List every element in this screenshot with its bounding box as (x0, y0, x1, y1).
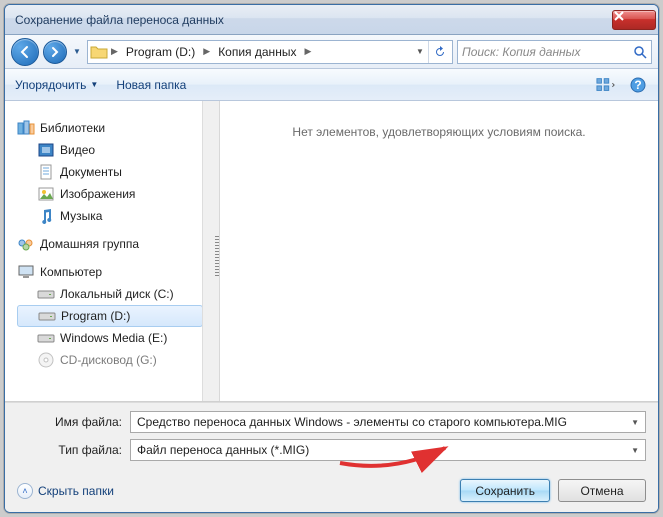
libraries-icon (17, 120, 35, 136)
video-icon (37, 142, 55, 158)
chevron-down-icon: ▼ (90, 80, 98, 89)
nav-forward-button[interactable] (43, 40, 67, 64)
file-list: Нет элементов, удовлетворяющих условиям … (220, 101, 658, 401)
tree-documents[interactable]: Документы (17, 161, 219, 183)
cancel-button[interactable]: Отмена (558, 479, 646, 502)
folder-icon (90, 44, 108, 60)
computer-icon (17, 264, 35, 280)
footer: ˄ Скрыть папки Сохранить Отмена (5, 473, 658, 512)
search-icon (633, 45, 647, 59)
titlebar: Сохранение файла переноса данных (5, 5, 658, 35)
tree-video[interactable]: Видео (17, 139, 219, 161)
filename-label: Имя файла: (17, 415, 122, 429)
window-title: Сохранение файла переноса данных (15, 13, 612, 27)
save-button[interactable]: Сохранить (460, 479, 550, 502)
fields-panel: Имя файла: Средство переноса данных Wind… (5, 402, 658, 473)
chevron-right-icon[interactable]: ▶ (200, 46, 213, 57)
pictures-icon (37, 186, 55, 202)
tree-libraries[interactable]: Библиотеки (17, 117, 219, 139)
filetype-label: Тип файла: (17, 443, 122, 457)
close-button[interactable] (612, 10, 656, 30)
tree-windows-media-e[interactable]: Windows Media (E:) (17, 327, 219, 349)
breadcrumb-folder[interactable]: Копия данных (213, 45, 301, 59)
cd-icon (37, 352, 55, 368)
address-bar[interactable]: ▶ Program (D:) ▶ Копия данных ▶ ▼ (87, 40, 453, 64)
tree-cd-g[interactable]: CD-дисковод (G:) (17, 349, 219, 371)
tree-program-d[interactable]: Program (D:) (17, 305, 203, 327)
chevron-down-icon[interactable]: ▼ (631, 446, 639, 455)
drive-icon (38, 308, 56, 324)
nav-back-button[interactable] (11, 38, 39, 66)
splitter-grip[interactable] (215, 236, 220, 276)
save-dialog: Сохранение файла переноса данных ▼ ▶ Pro… (4, 4, 659, 513)
body: Библиотеки Видео Документы Изображения М… (5, 101, 658, 402)
chevron-right-icon[interactable]: ▶ (108, 46, 121, 57)
nav-bar: ▼ ▶ Program (D:) ▶ Копия данных ▶ ▼ Поис… (5, 35, 658, 69)
drive-icon (37, 286, 55, 302)
empty-message: Нет элементов, удовлетворяющих условиям … (292, 125, 585, 139)
chevron-down-icon[interactable]: ▼ (631, 418, 639, 427)
drive-icon (37, 330, 55, 346)
folder-tree[interactable]: Библиотеки Видео Документы Изображения М… (5, 101, 220, 401)
tree-computer[interactable]: Компьютер (17, 261, 219, 283)
refresh-button[interactable] (428, 41, 450, 63)
tree-pictures[interactable]: Изображения (17, 183, 219, 205)
documents-icon (37, 164, 55, 180)
toolbar: Упорядочить ▼ Новая папка ? (5, 69, 658, 101)
svg-text:?: ? (634, 78, 641, 92)
new-folder-button[interactable]: Новая папка (116, 78, 186, 92)
music-icon (37, 208, 55, 224)
search-placeholder: Поиск: Копия данных (462, 45, 581, 59)
tree-homegroup[interactable]: Домашняя группа (17, 233, 219, 255)
help-button[interactable]: ? (628, 76, 648, 94)
chevron-right-icon[interactable]: ▶ (301, 46, 314, 57)
breadcrumb-drive[interactable]: Program (D:) (121, 45, 200, 59)
tree-music[interactable]: Музыка (17, 205, 219, 227)
search-box[interactable]: Поиск: Копия данных (457, 40, 652, 64)
filename-input[interactable]: Средство переноса данных Windows - элеме… (130, 411, 646, 433)
hide-folders-link[interactable]: ˄ Скрыть папки (17, 483, 114, 499)
view-options-button[interactable] (596, 76, 616, 94)
address-dropdown[interactable]: ▼ (412, 47, 428, 56)
homegroup-icon (17, 236, 35, 252)
chevron-up-icon: ˄ (17, 483, 33, 499)
filetype-select[interactable]: Файл переноса данных (*.MIG) ▼ (130, 439, 646, 461)
organize-menu[interactable]: Упорядочить ▼ (15, 78, 98, 92)
nav-history-dropdown[interactable]: ▼ (71, 47, 83, 56)
tree-local-c[interactable]: Локальный диск (C:) (17, 283, 219, 305)
